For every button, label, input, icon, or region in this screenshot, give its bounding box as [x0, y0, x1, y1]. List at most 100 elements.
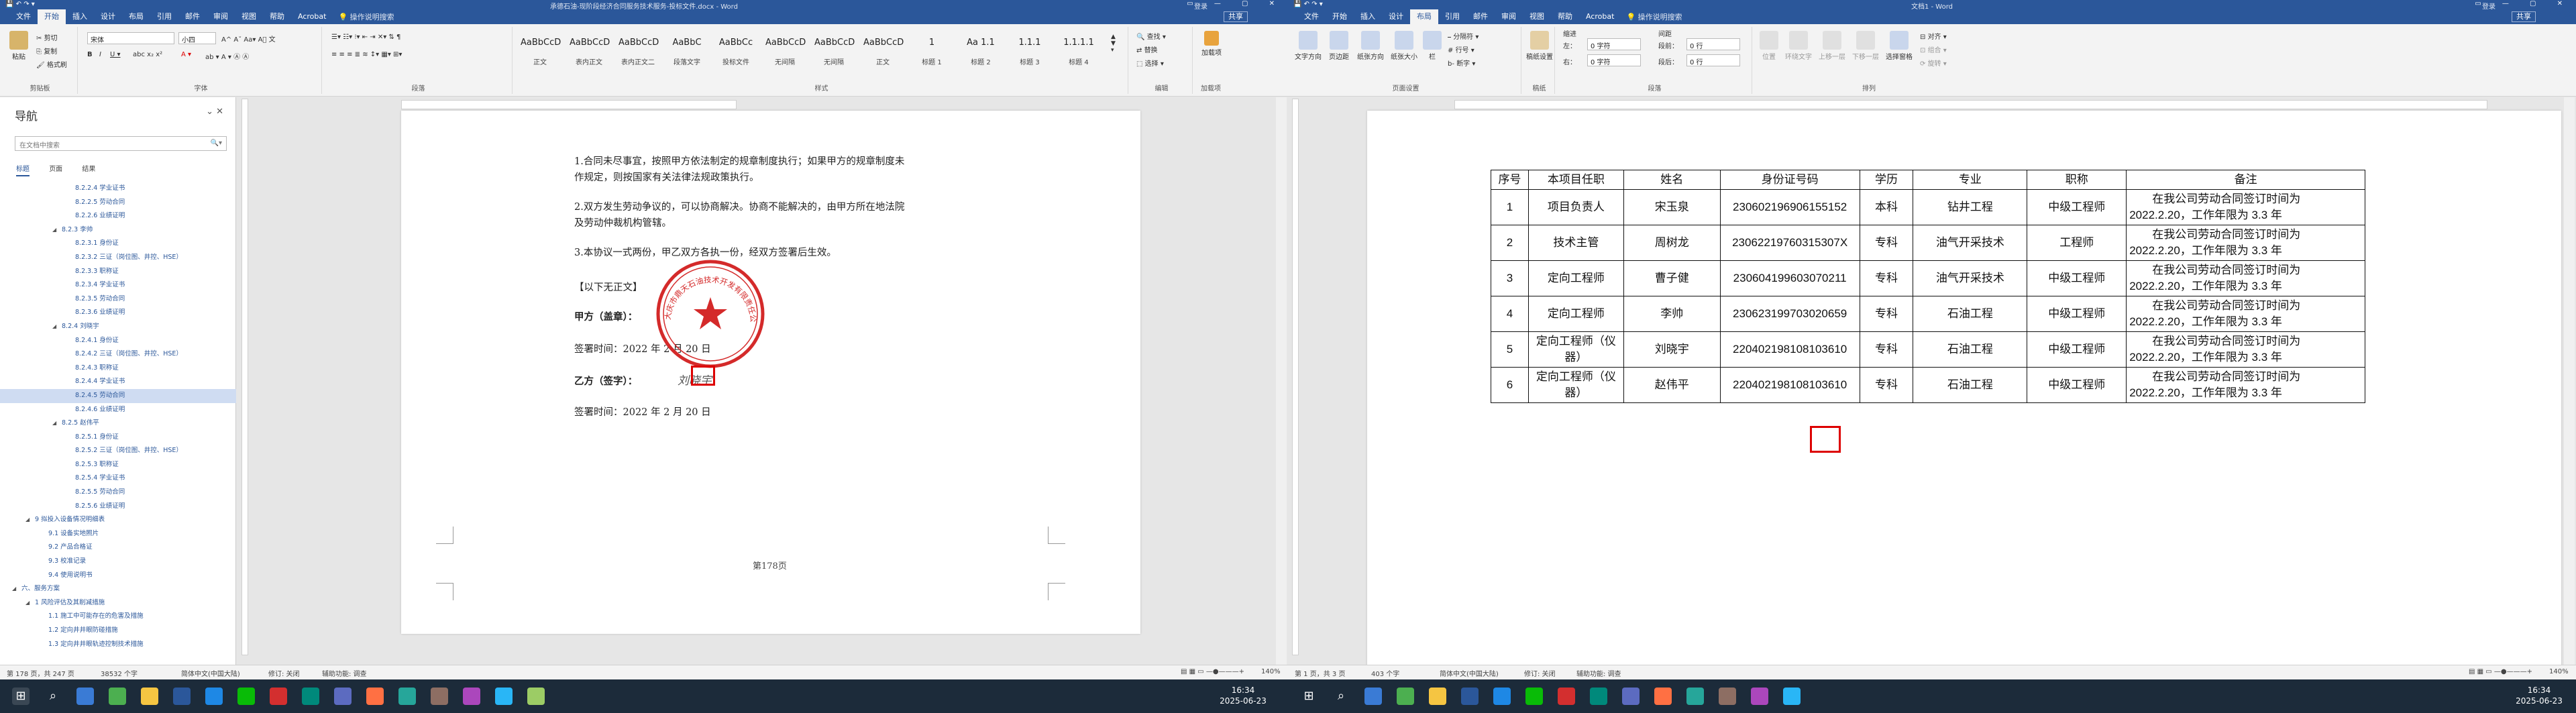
search-icon[interactable]: 🔍▾	[211, 140, 222, 147]
track-changes[interactable]: 修订: 关闭	[1524, 668, 1556, 678]
tab-home[interactable]: 开始	[38, 9, 66, 24]
tab-layout[interactable]: 布局	[1410, 9, 1438, 24]
strike-sub-sup[interactable]: abc x₂ x²	[133, 51, 162, 58]
underline-button[interactable]: U ▾	[110, 51, 121, 58]
table-cell[interactable]: 在我公司劳动合同签订时间为 2022.2.20，工作年限为 3.3 年	[2126, 367, 2365, 403]
windows-start-icon[interactable]: ⊞	[12, 688, 30, 705]
tab-layout[interactable]: 布局	[122, 9, 150, 24]
page-count[interactable]: 第 178 页，共 247 页	[7, 668, 74, 678]
word-icon[interactable]	[173, 688, 191, 705]
table-cell[interactable]: 中级工程师	[2027, 367, 2127, 403]
tab-references[interactable]: 引用	[150, 9, 178, 24]
app-icon[interactable]	[1654, 688, 1672, 705]
chrome-icon[interactable]	[109, 688, 126, 705]
style-item[interactable]: 1 标题 1	[912, 32, 951, 71]
app-icon[interactable]	[527, 688, 545, 705]
breaks-button[interactable]: ⎯ 分隔符 ▾	[1448, 31, 1479, 41]
nav-heading-item[interactable]: 8.2.3.4 学业证书	[0, 278, 236, 292]
nav-heading-item[interactable]: 8.2.3.6 业绩证明	[0, 306, 236, 320]
explorer-icon[interactable]	[1429, 688, 1446, 705]
paste-button[interactable]: 粘贴	[5, 31, 32, 61]
rotate-button[interactable]: ⟳ 旋转 ▾	[1920, 58, 1947, 68]
nav-heading-item[interactable]: 8.2.2.5 劳动合同	[0, 196, 236, 210]
style-item[interactable]: AaBbCcD 表内正文二	[619, 32, 659, 71]
collapse-triangle-icon[interactable]: ◢	[12, 582, 16, 596]
orientation-button[interactable]: 纸张方向	[1355, 31, 1386, 61]
nav-heading-item[interactable]: 8.2.4.4 学业证书	[0, 375, 236, 389]
grow-shrink-font[interactable]: A^ Aˇ Aa▾ A⃠ 文	[221, 34, 276, 44]
highlight-button[interactable]: ab ▾ A ▾ Ⓐ Ⓐ	[205, 51, 249, 61]
window-controls[interactable]: ▭ — ▢ ✕	[1187, 0, 1284, 7]
nav-heading-item[interactable]: ◢ 8.2.3 李帅	[0, 223, 236, 237]
style-item[interactable]: AaBbCcD 无间隔	[765, 32, 806, 71]
table-cell[interactable]: 在我公司劳动合同签订时间为 2022.2.20，工作年限为 3.3 年	[2126, 260, 2365, 296]
table-cell[interactable]: 专科	[1859, 367, 1914, 403]
nav-heading-item[interactable]: 8.2.5.3 职称证	[0, 458, 236, 472]
table-cell[interactable]: 定向工程师	[1527, 296, 1624, 332]
style-item[interactable]: 1.1.1.1 标题 4	[1059, 32, 1098, 71]
nav-heading-item[interactable]: 8.2.5.1 身份证	[0, 431, 236, 445]
cut-button[interactable]: ✂ 剪切	[36, 32, 58, 42]
table-cell[interactable]: 3	[1491, 260, 1529, 296]
font-name-select[interactable]: 宋体	[87, 32, 174, 44]
app-icon[interactable]	[1622, 688, 1640, 705]
share-button[interactable]: 共享	[2512, 11, 2536, 22]
wechat-icon[interactable]	[1525, 688, 1543, 705]
alignment-buttons[interactable]: ≡ ≡ ≡ ≣ ≋ ↕▾ ▦▾ ⊞▾	[331, 51, 402, 58]
collapse-triangle-icon[interactable]: ◢	[52, 223, 56, 237]
bold-button[interactable]: B	[87, 51, 93, 58]
acrobat-icon[interactable]	[1558, 688, 1575, 705]
task-view-icon[interactable]	[76, 688, 94, 705]
nav-heading-item[interactable]: 8.2.3.3 职称证	[0, 265, 236, 279]
style-item[interactable]: Aa 1.1 标题 2	[961, 32, 1000, 71]
table-cell[interactable]: 230623199703020659	[1719, 296, 1860, 332]
hyphenation-button[interactable]: b‐ 断字 ▾	[1448, 58, 1475, 68]
table-header-cell[interactable]: 本项目任职	[1527, 170, 1624, 190]
table-cell[interactable]: 中级工程师	[2027, 296, 2127, 332]
table-cell[interactable]: 宋玉泉	[1623, 189, 1721, 225]
nav-tab-headings[interactable]: 标题	[16, 166, 30, 176]
copy-button[interactable]: ⎘ 复制	[36, 46, 57, 56]
table-cell[interactable]: 石油工程	[1913, 331, 2028, 368]
task-view-icon[interactable]	[1364, 688, 1382, 705]
nav-heading-item[interactable]: 8.2.4.3 职称证	[0, 362, 236, 376]
collapse-triangle-icon[interactable]: ◢	[52, 417, 56, 431]
nav-heading-item[interactable]: 8.2.4.5 劳动合同	[0, 388, 236, 403]
nav-search-input[interactable]: 在文档中搜索 🔍▾	[15, 136, 227, 151]
tab-review[interactable]: 审阅	[207, 9, 235, 24]
table-cell[interactable]: 中级工程师	[2027, 189, 2127, 225]
table-cell[interactable]: 定向工程师（仪器）	[1527, 367, 1624, 403]
tab-design[interactable]: 设计	[1382, 9, 1410, 24]
tab-file[interactable]: 文件	[9, 9, 38, 24]
page-count[interactable]: 第 1 页，共 3 页	[1295, 668, 1345, 678]
select-button[interactable]: ⬚ 选择 ▾	[1136, 58, 1164, 68]
nav-heading-item[interactable]: 8.2.4.2 三证（岗位图、井控、HSE）	[0, 347, 236, 362]
table-cell[interactable]: 周树龙	[1623, 225, 1721, 261]
nav-heading-item[interactable]: 9.4 使用说明书	[0, 569, 236, 583]
word-count[interactable]: 38532 个字	[101, 668, 138, 678]
app-icon[interactable]	[334, 688, 352, 705]
view-buttons[interactable]: ▤ ▦ ▭ —●———+	[2469, 668, 2532, 675]
columns-button[interactable]: 栏	[1422, 31, 1442, 61]
clock-left[interactable]: 16:34 2025-06-23	[1213, 685, 1273, 706]
app-icon[interactable]	[463, 688, 480, 705]
tab-design[interactable]: 设计	[94, 9, 122, 24]
nav-heading-item[interactable]: 8.2.3.2 三证（岗位图、井控、HSE）	[0, 251, 236, 265]
table-cell[interactable]: 项目负责人	[1527, 189, 1624, 225]
table-cell[interactable]: 中级工程师	[2027, 260, 2127, 296]
nav-heading-item[interactable]: 1.2 定向井井眼防碰措施	[0, 624, 236, 638]
view-buttons[interactable]: ▤ ▦ ▭ —●———+	[1181, 668, 1244, 675]
document-page[interactable]: 1.合同未尽事宜，按照甲方依法制定的规章制度执行；如果甲方的规章制度未 作规定，…	[401, 111, 1140, 634]
align-button[interactable]: ⊟ 对齐 ▾	[1920, 31, 1947, 41]
nav-heading-item[interactable]: 1.3 定向井井眼轨迹控制技术措施	[0, 638, 236, 652]
nav-heading-item[interactable]: 8.2.2.6 业绩证明	[0, 209, 236, 223]
nav-heading-item[interactable]: 8.2.3.1 身份证	[0, 237, 236, 251]
spacing-before-input[interactable]: 0 行	[1686, 38, 1740, 50]
app-icon[interactable]	[1783, 688, 1801, 705]
style-item[interactable]: AaBbCc 投标文件	[716, 32, 755, 71]
italic-button[interactable]: I	[99, 51, 101, 58]
manuscript-button[interactable]: 稿纸设置	[1525, 31, 1554, 61]
vertical-scrollbar[interactable]	[2564, 97, 2575, 665]
table-header-cell[interactable]: 专业	[1913, 170, 2028, 190]
table-cell[interactable]: 定向工程师（仪器）	[1527, 331, 1624, 368]
